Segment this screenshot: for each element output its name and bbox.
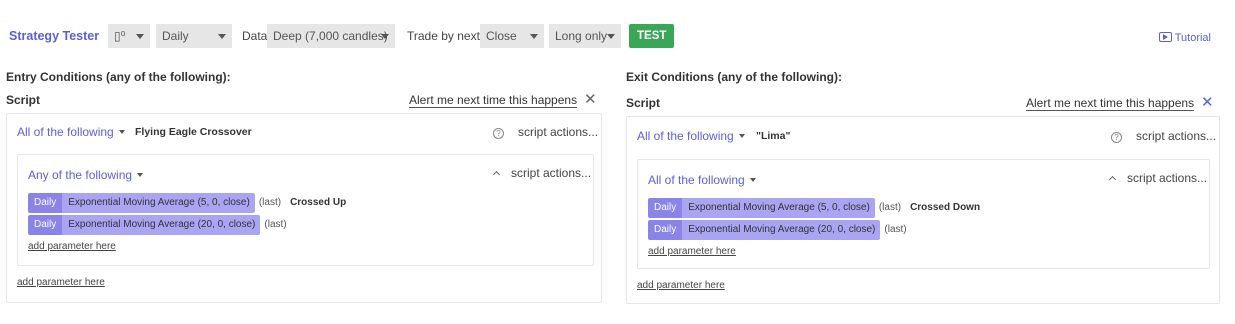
entry-outer-actions-label: script actions...	[518, 125, 599, 139]
chart-icon: ▯⁰	[114, 29, 126, 43]
exit-condition-row: Daily Exponential Moving Average (5, 0, c…	[648, 198, 980, 218]
entry-inner-actions-label: script actions...	[511, 166, 592, 180]
timeframe-value: Daily	[162, 29, 189, 43]
entry-inner-add-parameter-link[interactable]: add parameter here	[28, 241, 116, 252]
condition-last-label[interactable]: (last)	[259, 193, 281, 213]
close-icon[interactable]: ✕	[1201, 95, 1214, 110]
strategy-tester-title: Strategy Tester	[9, 29, 100, 43]
condition-last-label[interactable]: (last)	[884, 220, 906, 240]
data-depth-value: Deep (7,000 candles)	[273, 29, 388, 43]
entry-outer-script-box: All of the following Flying Eagle Crosso…	[6, 113, 602, 303]
entry-conditions-panel: Entry Conditions (any of the following):…	[6, 56, 606, 306]
exit-inner-group-box: All of the following script actions... D…	[637, 159, 1210, 269]
exit-outer-actions[interactable]: ? script actions...	[1111, 129, 1216, 143]
exit-inner-mode-dropdown[interactable]: All of the following	[648, 173, 756, 187]
entry-inner-group-box: Any of the following script actions... D…	[17, 154, 594, 266]
tutorial-link[interactable]: Tutorial	[1158, 26, 1211, 50]
condition-operator[interactable]: Crossed Down	[910, 198, 980, 218]
entry-condition-row: Daily Exponential Moving Average (20, 0, …	[28, 215, 287, 235]
exit-outer-actions-label: script actions...	[1136, 129, 1217, 143]
toolbar: Strategy Tester ▯⁰ Daily Data Deep (7,00…	[0, 24, 1235, 52]
exit-script-label: Script	[626, 96, 661, 110]
exit-inner-actions[interactable]: script actions...	[1108, 171, 1208, 185]
exit-outer-add-parameter-link[interactable]: add parameter here	[637, 280, 725, 291]
entry-script-name: Flying Eagle Crossover	[135, 126, 252, 138]
chevron-down-icon	[136, 34, 144, 39]
entry-outer-actions[interactable]: ? script actions...	[493, 125, 598, 139]
exit-outer-script-box: All of the following "Lima" ? script acti…	[626, 116, 1220, 304]
trade-by-label: Trade by next	[407, 29, 480, 43]
chart-type-select[interactable]: ▯⁰	[108, 24, 150, 48]
timeframe-select[interactable]: Daily	[156, 24, 232, 48]
entry-panel-title: Entry Conditions (any of the following):	[6, 70, 231, 84]
chevron-down-icon	[118, 130, 125, 134]
chevron-down-icon	[218, 34, 226, 39]
condition-operator[interactable]: Crossed Up	[290, 193, 346, 213]
chevron-down-icon	[749, 178, 756, 182]
help-icon[interactable]: ?	[1111, 132, 1122, 143]
data-label: Data	[242, 29, 268, 43]
condition-timeframe-chip[interactable]: Daily	[28, 193, 63, 213]
direction-value: Long only	[555, 29, 608, 43]
data-depth-select[interactable]: Deep (7,000 candles)	[267, 24, 395, 48]
trade-by-select[interactable]: Close	[480, 24, 544, 48]
condition-timeframe-chip[interactable]: Daily	[648, 220, 683, 240]
entry-inner-mode-dropdown[interactable]: Any of the following	[28, 168, 144, 182]
exit-inner-mode-label: All of the following	[648, 173, 745, 187]
chevron-up-icon[interactable]	[1108, 175, 1117, 184]
exit-alert-link[interactable]: Alert me next time this happens	[1026, 96, 1195, 111]
chevron-down-icon	[137, 173, 144, 177]
exit-outer-mode-dropdown[interactable]: All of the following	[637, 129, 745, 143]
chevron-down-icon	[738, 134, 745, 138]
condition-last-label[interactable]: (last)	[879, 198, 901, 218]
help-icon[interactable]: ?	[493, 128, 504, 139]
entry-inner-mode-label: Any of the following	[28, 168, 133, 182]
exit-outer-mode-label: All of the following	[637, 129, 734, 143]
chevron-up-icon[interactable]	[492, 170, 501, 179]
condition-indicator-chip[interactable]: Exponential Moving Average (5, 0, close)	[682, 198, 875, 218]
entry-outer-mode-dropdown[interactable]: All of the following	[17, 125, 125, 139]
exit-script-name: "Lima"	[756, 130, 791, 142]
test-button[interactable]: TEST	[629, 24, 675, 48]
tutorial-label: Tutorial	[1174, 32, 1211, 44]
condition-timeframe-chip[interactable]: Daily	[28, 215, 63, 235]
exit-inner-actions-label: script actions...	[1127, 171, 1208, 185]
direction-select[interactable]: Long only	[549, 24, 621, 48]
entry-alert-link[interactable]: Alert me next time this happens	[409, 93, 578, 108]
entry-inner-actions[interactable]: script actions...	[492, 166, 592, 180]
entry-condition-row: Daily Exponential Moving Average (5, 0, c…	[28, 193, 346, 213]
play-video-icon	[1158, 32, 1172, 42]
condition-timeframe-chip[interactable]: Daily	[648, 198, 683, 218]
exit-conditions-panel: Exit Conditions (any of the following): …	[626, 56, 1226, 306]
entry-script-label: Script	[6, 93, 41, 107]
condition-indicator-chip[interactable]: Exponential Moving Average (20, 0, close…	[62, 215, 261, 235]
chevron-down-icon	[530, 34, 538, 39]
condition-last-label[interactable]: (last)	[264, 215, 286, 235]
condition-indicator-chip[interactable]: Exponential Moving Average (5, 0, close)	[62, 193, 255, 213]
close-icon[interactable]: ✕	[584, 92, 597, 107]
condition-indicator-chip[interactable]: Exponential Moving Average (20, 0, close…	[682, 220, 881, 240]
trade-by-value: Close	[486, 29, 517, 43]
chevron-down-icon	[607, 34, 615, 39]
exit-condition-row: Daily Exponential Moving Average (20, 0, …	[648, 220, 907, 240]
exit-inner-add-parameter-link[interactable]: add parameter here	[648, 246, 736, 257]
entry-outer-mode-label: All of the following	[17, 125, 114, 139]
entry-outer-add-parameter-link[interactable]: add parameter here	[17, 277, 105, 288]
exit-panel-title: Exit Conditions (any of the following):	[626, 70, 842, 84]
chevron-down-icon	[381, 34, 389, 39]
